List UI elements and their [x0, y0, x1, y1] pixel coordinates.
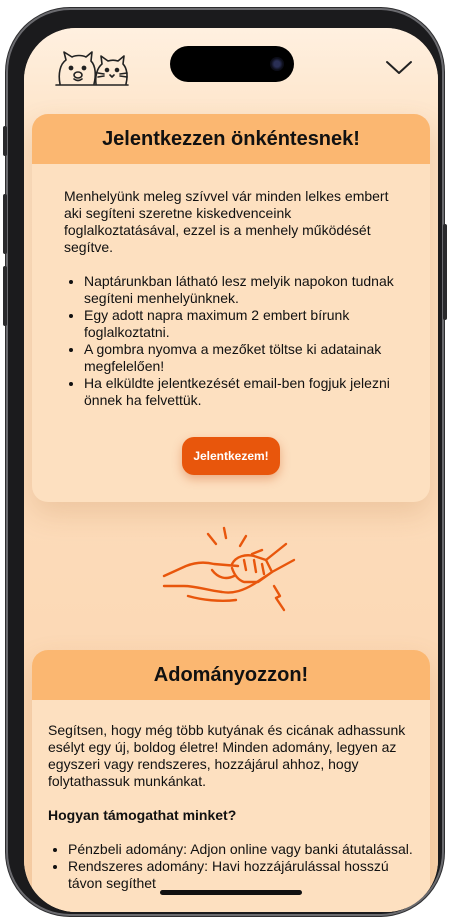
fist-bump-hands-icon	[162, 526, 296, 612]
volunteer-card: Jelentkezzen önkéntesnek! Menhelyünk mel…	[32, 114, 430, 502]
screen: Jelentkezzen önkéntesnek! Menhelyünk mel…	[24, 28, 438, 912]
volunteer-intro: Menhelyünk meleg szívvel vár minden lelk…	[64, 188, 389, 255]
donate-card-title: Adományozzon!	[32, 650, 430, 700]
chevron-down-icon[interactable]	[384, 56, 414, 78]
list-item: Egy adott napra maximum 2 embert bírunk …	[84, 307, 398, 341]
donate-bullet-list: Pénzbeli adomány: Adjon online vagy bank…	[48, 841, 414, 892]
action-button	[3, 126, 7, 156]
home-indicator[interactable]	[160, 890, 302, 895]
volunteer-bullet-list: Naptárunkban látható lesz melyik napokon…	[64, 273, 398, 409]
power-button	[443, 224, 447, 320]
volunteer-card-body: Menhelyünk meleg szívvel vár minden lelk…	[32, 164, 430, 475]
list-item: Rendszeres adomány: Havi hozzájárulással…	[68, 858, 414, 892]
volume-up-button	[3, 194, 7, 254]
volunteer-card-title: Jelentkezzen önkéntesnek!	[32, 114, 430, 164]
list-item: Naptárunkban látható lesz melyik napokon…	[84, 273, 398, 307]
front-camera	[270, 57, 284, 71]
list-item: A gombra nyomva a mezőket töltse ki adat…	[84, 341, 398, 375]
donate-subheading: Hogyan támogathat minket?	[48, 807, 237, 823]
apply-button[interactable]: Jelentkezem!	[182, 437, 280, 475]
donate-intro: Segítsen, hogy még több kutyának és cicá…	[48, 722, 406, 789]
volume-down-button	[3, 266, 7, 326]
list-item: Pénzbeli adomány: Adjon online vagy bank…	[68, 841, 414, 858]
donate-card-body: Segítsen, hogy még több kutyának és cicá…	[32, 700, 430, 892]
phone-frame: Jelentkezzen önkéntesnek! Menhelyünk mel…	[3, 8, 447, 916]
dynamic-island	[170, 46, 294, 82]
donate-card: Adományozzon! Segítsen, hogy még több ku…	[32, 650, 430, 912]
dog-cat-logo-icon[interactable]	[52, 48, 130, 88]
list-item: Ha elküldte jelentkezését email-ben fogj…	[84, 375, 398, 409]
